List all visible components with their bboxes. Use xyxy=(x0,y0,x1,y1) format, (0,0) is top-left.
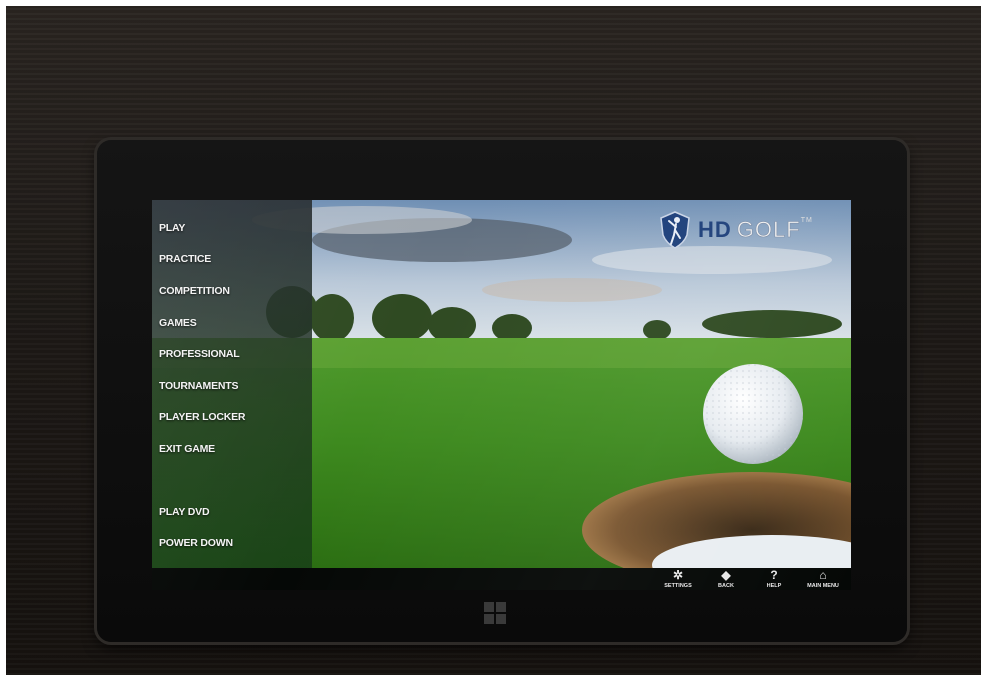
menu-item-play-dvd[interactable]: PLAY DVD xyxy=(159,506,210,518)
question-icon: ? xyxy=(770,568,778,582)
logo-tm-text: TM xyxy=(800,217,813,224)
main-menu-label: MAIN MENU xyxy=(807,583,839,589)
main-menu-button[interactable]: ⌂ MAIN MENU xyxy=(798,568,848,590)
main-menu-sidebar: PLAY PRACTICE COMPETITION GAMES PROFESSI… xyxy=(152,200,312,568)
back-label: BACK xyxy=(718,583,734,589)
logo-text: HD GOLFTM xyxy=(698,217,813,243)
logo-hd-text: HD xyxy=(698,217,732,242)
help-label: HELP xyxy=(766,583,782,589)
settings-label: SETTINGS xyxy=(664,583,692,589)
home-icon: ⌂ xyxy=(819,568,827,582)
menu-item-player-locker[interactable]: PLAYER LOCKER xyxy=(159,411,245,423)
windows-logo-icon xyxy=(484,602,506,624)
menu-item-games[interactable]: GAMES xyxy=(159,317,197,329)
gear-icon: ✲ xyxy=(672,568,684,582)
menu-item-tournaments[interactable]: TOURNAMENTS xyxy=(159,380,238,392)
menu-item-professional[interactable]: PROFESSIONAL xyxy=(159,348,240,360)
app-screen: PLAY PRACTICE COMPETITION GAMES PROFESSI… xyxy=(152,200,851,590)
logo-golf-text: GOLF xyxy=(736,217,801,243)
help-button[interactable]: ? HELP xyxy=(752,568,796,590)
hd-golf-logo: HD GOLFTM xyxy=(660,209,813,251)
settings-button[interactable]: ✲ SETTINGS xyxy=(656,568,700,590)
menu-item-practice[interactable]: PRACTICE xyxy=(159,253,211,265)
back-button[interactable]: ◆ BACK xyxy=(704,568,748,590)
menu-item-power-down[interactable]: POWER DOWN xyxy=(159,537,233,549)
golfer-shield-icon xyxy=(660,211,690,249)
bottom-toolbar: ✲ SETTINGS ◆ BACK ? HELP ⌂ MAIN MENU xyxy=(152,568,851,590)
menu-item-competition[interactable]: COMPETITION xyxy=(159,285,230,297)
back-arrow-icon: ◆ xyxy=(721,568,731,582)
menu-item-play[interactable]: PLAY xyxy=(159,222,185,234)
menu-item-exit-game[interactable]: EXIT GAME xyxy=(159,443,215,455)
